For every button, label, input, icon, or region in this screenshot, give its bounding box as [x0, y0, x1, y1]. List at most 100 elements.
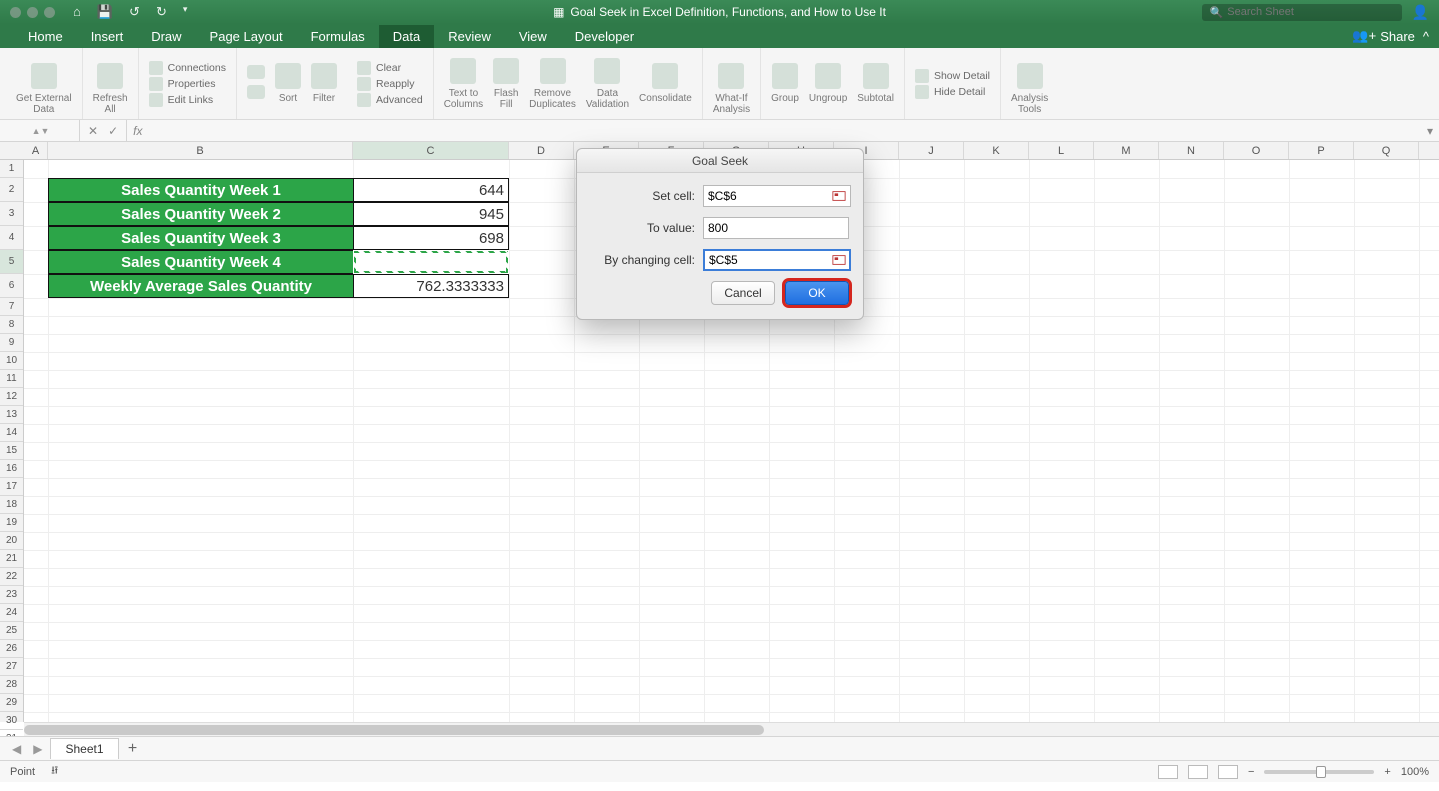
- analysis-tools-button[interactable]: Analysis Tools: [1001, 48, 1058, 119]
- row-header-18[interactable]: 18: [0, 496, 23, 514]
- row-header-3[interactable]: 3: [0, 202, 23, 226]
- tab-data[interactable]: Data: [379, 25, 434, 48]
- ungroup-button[interactable]: Ungroup: [809, 63, 847, 104]
- zoom-slider[interactable]: [1264, 770, 1374, 774]
- row-header-31[interactable]: 31: [0, 730, 23, 736]
- page-break-view-button[interactable]: [1218, 765, 1238, 779]
- hide-detail-button[interactable]: Hide Detail: [915, 85, 985, 99]
- refresh-all-button[interactable]: Refresh All: [83, 48, 139, 119]
- row-header-13[interactable]: 13: [0, 406, 23, 424]
- consolidate-button[interactable]: Consolidate: [639, 63, 692, 104]
- search-input[interactable]: [1227, 6, 1387, 18]
- cancel-entry-icon[interactable]: ✕: [88, 124, 98, 138]
- row-header-28[interactable]: 28: [0, 676, 23, 694]
- subtotal-button[interactable]: Subtotal: [857, 63, 894, 104]
- name-box[interactable]: ▲▼: [0, 120, 80, 141]
- filter-button[interactable]: Filter: [311, 63, 337, 104]
- row-header-6[interactable]: 6: [0, 274, 23, 298]
- row-header-29[interactable]: 29: [0, 694, 23, 712]
- table-label[interactable]: Sales Quantity Week 2: [48, 202, 353, 226]
- zoom-level[interactable]: 100%: [1401, 766, 1429, 778]
- col-header-O[interactable]: O: [1224, 142, 1289, 159]
- zoom-window-icon[interactable]: [44, 7, 55, 18]
- connections-button[interactable]: Connections: [149, 61, 226, 75]
- tab-page-layout[interactable]: Page Layout: [196, 25, 297, 48]
- horizontal-scrollbar[interactable]: [24, 722, 1439, 736]
- by-changing-ref-button[interactable]: [829, 250, 849, 270]
- tab-insert[interactable]: Insert: [77, 25, 138, 48]
- table-value[interactable]: 762.3333333: [353, 274, 509, 298]
- remove-duplicates-button[interactable]: Remove Duplicates: [529, 58, 576, 110]
- row-header-7[interactable]: 7: [0, 298, 23, 316]
- sort-button[interactable]: Sort: [275, 63, 301, 104]
- tab-developer[interactable]: Developer: [561, 25, 648, 48]
- row-header-1[interactable]: 1: [0, 160, 23, 178]
- properties-button[interactable]: Properties: [149, 77, 216, 91]
- row-header-25[interactable]: 25: [0, 622, 23, 640]
- col-header-N[interactable]: N: [1159, 142, 1224, 159]
- zoom-out-button[interactable]: −: [1248, 766, 1254, 778]
- table-label[interactable]: Sales Quantity Week 4: [48, 250, 353, 274]
- row-header-14[interactable]: 14: [0, 424, 23, 442]
- zoom-knob[interactable]: [1316, 766, 1326, 778]
- share-button[interactable]: 👥+ Share: [1352, 28, 1414, 44]
- col-header-J[interactable]: J: [899, 142, 964, 159]
- normal-view-button[interactable]: [1158, 765, 1178, 779]
- user-icon[interactable]: 👤: [1412, 4, 1429, 21]
- cancel-button[interactable]: Cancel: [711, 281, 775, 305]
- close-window-icon[interactable]: [10, 7, 21, 18]
- tab-review[interactable]: Review: [434, 25, 505, 48]
- zoom-in-button[interactable]: +: [1384, 766, 1390, 778]
- row-header-15[interactable]: 15: [0, 442, 23, 460]
- row-header-19[interactable]: 19: [0, 514, 23, 532]
- minimize-window-icon[interactable]: [27, 7, 38, 18]
- row-header-20[interactable]: 20: [0, 532, 23, 550]
- set-cell-ref-button[interactable]: [829, 186, 849, 206]
- text-to-columns-button[interactable]: Text to Columns: [444, 58, 483, 110]
- formula-bar-expand-icon[interactable]: ▾: [1427, 124, 1439, 138]
- row-header-5[interactable]: 5: [0, 250, 23, 274]
- tab-nav-prev-icon[interactable]: ◀: [8, 742, 25, 756]
- tab-view[interactable]: View: [505, 25, 561, 48]
- row-header-2[interactable]: 2: [0, 178, 23, 202]
- flash-fill-button[interactable]: Flash Fill: [493, 58, 519, 110]
- table-label[interactable]: Sales Quantity Week 1: [48, 178, 353, 202]
- table-value[interactable]: [353, 250, 509, 274]
- row-header-23[interactable]: 23: [0, 586, 23, 604]
- col-header-B[interactable]: B: [48, 142, 353, 159]
- row-header-21[interactable]: 21: [0, 550, 23, 568]
- row-header-16[interactable]: 16: [0, 460, 23, 478]
- clear-button[interactable]: Clear: [357, 61, 401, 75]
- row-header-24[interactable]: 24: [0, 604, 23, 622]
- col-header-A[interactable]: A: [24, 142, 48, 159]
- table-value[interactable]: 698: [353, 226, 509, 250]
- to-value-input[interactable]: [703, 217, 849, 239]
- col-header-Q[interactable]: Q: [1354, 142, 1419, 159]
- row-header-10[interactable]: 10: [0, 352, 23, 370]
- advanced-button[interactable]: Advanced: [357, 93, 423, 107]
- row-header-27[interactable]: 27: [0, 658, 23, 676]
- page-layout-view-button[interactable]: [1188, 765, 1208, 779]
- qat-customize-icon[interactable]: ▾: [183, 4, 188, 20]
- fx-label[interactable]: fx: [127, 124, 142, 138]
- whatif-button[interactable]: What-If Analysis: [703, 48, 761, 119]
- get-external-data-button[interactable]: Get External Data: [6, 48, 83, 119]
- data-validation-button[interactable]: Data Validation: [586, 58, 629, 110]
- tab-home[interactable]: Home: [14, 25, 77, 48]
- table-label[interactable]: Sales Quantity Week 3: [48, 226, 353, 250]
- undo-icon[interactable]: ↺: [129, 4, 140, 20]
- col-header-M[interactable]: M: [1094, 142, 1159, 159]
- col-header-P[interactable]: P: [1289, 142, 1354, 159]
- row-header-30[interactable]: 30: [0, 712, 23, 730]
- group-button[interactable]: Group: [771, 63, 799, 104]
- scroll-thumb[interactable]: [24, 725, 764, 735]
- row-header-11[interactable]: 11: [0, 370, 23, 388]
- ok-button[interactable]: OK: [785, 281, 849, 305]
- redo-icon[interactable]: ↻: [156, 4, 167, 20]
- row-header-26[interactable]: 26: [0, 640, 23, 658]
- row-header-4[interactable]: 4: [0, 226, 23, 250]
- col-header-L[interactable]: L: [1029, 142, 1094, 159]
- row-header-17[interactable]: 17: [0, 478, 23, 496]
- tab-nav-next-icon[interactable]: ▶: [29, 742, 46, 756]
- row-header-12[interactable]: 12: [0, 388, 23, 406]
